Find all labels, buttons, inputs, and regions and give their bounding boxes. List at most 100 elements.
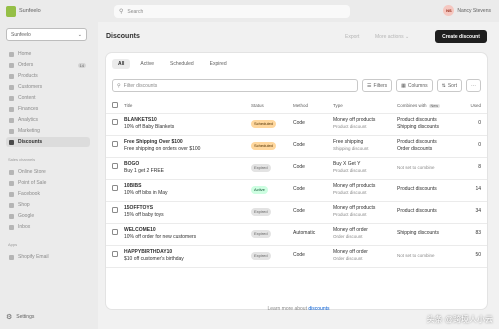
search-icon: ⚲	[119, 9, 124, 15]
tab-active[interactable]: Active	[134, 59, 160, 69]
type-subtext: Order discount	[333, 234, 363, 240]
tab-scheduled[interactable]: Scheduled	[164, 59, 200, 69]
sidebar-item-label: Shopify Email	[18, 254, 49, 260]
discount-code[interactable]: HAPPYBIRTHDAY10	[124, 249, 249, 257]
tab-all[interactable]: All	[112, 59, 131, 69]
type-value: Money off products	[333, 204, 376, 211]
sidebar-item-orders[interactable]: Orders 14	[6, 60, 90, 70]
discount-description: 10% off bibs in May	[124, 190, 168, 196]
gear-icon: ⚙	[6, 314, 13, 321]
filters-button[interactable]: ☰ Filters	[362, 79, 393, 92]
create-discount-button[interactable]: Create discount	[435, 30, 487, 43]
col-used[interactable]: Used	[465, 99, 487, 114]
sidebar-item-customers[interactable]: Customers	[6, 82, 90, 92]
discount-code[interactable]: BLANKETS10	[124, 117, 249, 125]
table-row[interactable]: 10BIBS 10% off bibs in May Active Code Money…	[106, 179, 487, 202]
sidebar-item-content[interactable]: Content	[6, 93, 90, 103]
discount-code[interactable]: 10BIBS	[124, 183, 249, 191]
combines-value: Product discounts	[397, 116, 437, 123]
table-row[interactable]: BLANKETS10 10% off Baby Blankets Scheduled…	[106, 113, 487, 136]
sidebar-item-point-of-sale[interactable]: Point of Sale	[6, 178, 90, 188]
type-subtext: Shipping discount	[333, 146, 369, 152]
columns-button[interactable]: ▦ Columns	[396, 79, 433, 92]
chevron-down-icon: ⌄	[405, 34, 410, 40]
col-status[interactable]: Status	[249, 99, 291, 114]
combines-value: Product discounts	[397, 208, 437, 215]
discount-code[interactable]: 15OFFTOYS	[124, 205, 249, 213]
store-selector[interactable]: Sunfeelo ⌄	[6, 28, 87, 41]
main-content: Discounts Export More actions ⌄ Create d…	[98, 22, 499, 329]
used-count: 14	[465, 179, 487, 202]
col-method[interactable]: Method	[291, 99, 331, 114]
discount-code[interactable]: Free Shipping Over $100	[124, 139, 249, 147]
sidebar-item-shopify-email[interactable]: Shopify Email	[6, 252, 90, 262]
sort-icon: ⇅	[441, 82, 446, 89]
sidebar-item-products[interactable]: Products	[6, 71, 90, 81]
sidebar-item-home[interactable]: Home	[6, 49, 90, 59]
more-actions-button[interactable]: More actions ⌄	[375, 34, 409, 40]
tab-expired[interactable]: Expired	[204, 59, 233, 69]
sidebar-item-inbox[interactable]: Inbox	[6, 222, 90, 232]
sidebar-item-label: Facebook	[18, 191, 40, 197]
col-combines[interactable]: Combines with New	[395, 99, 465, 114]
table-row[interactable]: HAPPYBIRTHDAY10 $10 off customer's birthd…	[106, 245, 487, 268]
learn-more-text: Learn more about discounts	[98, 306, 499, 312]
sidebar-item-label: Online Store	[18, 169, 46, 175]
row-checkbox[interactable]	[112, 163, 118, 170]
status-badge: Scheduled	[251, 119, 276, 128]
shopify-logo-icon	[6, 5, 16, 17]
sidebar-item-label: Finances	[18, 106, 39, 112]
export-button[interactable]: Export	[345, 34, 359, 40]
sidebar-item-marketing[interactable]: Marketing	[6, 126, 90, 136]
used-count: 0	[465, 113, 487, 136]
used-count: 50	[465, 245, 487, 268]
table-row[interactable]: 15OFFTOYS 15% off baby toys Expired Code Mon…	[106, 201, 487, 224]
select-all-checkbox[interactable]	[112, 102, 118, 109]
sidebar-item-finances[interactable]: Finances	[6, 104, 90, 114]
columns-label: Columns	[407, 82, 428, 89]
row-checkbox[interactable]	[112, 207, 118, 214]
user-menu[interactable]: NS Nancy Stevens	[443, 5, 491, 16]
store-name: Sunfeelo	[19, 8, 41, 14]
more-options-button[interactable]: ⋯	[466, 79, 481, 92]
table-row[interactable]: BOGO Buy 1 get 2 FREE Expired Code Buy X Get…	[106, 157, 487, 180]
row-checkbox[interactable]	[112, 141, 118, 148]
store-logo[interactable]: Sunfeelo	[6, 5, 111, 17]
type-value: Money off order	[333, 226, 368, 233]
sidebar-item-discounts[interactable]: Discounts	[6, 137, 90, 147]
discount-description: 10% off Baby Blankets	[124, 124, 175, 130]
point-of-sale-icon	[9, 180, 14, 186]
table-row[interactable]: WELCOME10 10% off order for new customers…	[106, 223, 487, 246]
sidebar-item-online-store[interactable]: Online Store	[6, 167, 90, 177]
sidebar-item-label: Home	[18, 51, 32, 57]
sidebar-item-analytics[interactable]: Analytics	[6, 115, 90, 125]
table-header-row: Title Status Method Type Combines with Ne…	[106, 99, 487, 114]
discounts-icon	[9, 139, 14, 145]
store-selector-label: Sunfeelo	[11, 31, 31, 38]
combines-value: Order discounts	[397, 146, 433, 152]
sort-label: Sort	[447, 82, 457, 89]
row-checkbox[interactable]	[112, 229, 118, 236]
filter-input[interactable]: ⚲ Filter discounts	[112, 79, 359, 92]
discount-code[interactable]: BOGO	[124, 161, 249, 169]
col-type[interactable]: Type	[331, 99, 395, 114]
table-row[interactable]: Free Shipping Over $100 Free shipping on …	[106, 135, 487, 158]
sidebar-item-google[interactable]: Google	[6, 211, 90, 221]
sidebar-item-shop[interactable]: Shop	[6, 200, 90, 210]
status-badge: Active	[251, 185, 268, 194]
finances-icon	[9, 106, 14, 112]
row-checkbox[interactable]	[112, 185, 118, 192]
home-icon	[9, 51, 14, 57]
sort-button[interactable]: ⇅ Sort	[436, 79, 462, 92]
row-checkbox[interactable]	[112, 251, 118, 258]
col-title[interactable]: Title	[122, 99, 249, 114]
settings-link[interactable]: ⚙ Settings	[6, 313, 34, 321]
row-checkbox[interactable]	[112, 119, 118, 126]
discount-code[interactable]: WELCOME10	[124, 227, 249, 235]
online-store-icon	[9, 169, 14, 175]
type-value: Money off products	[333, 182, 376, 189]
discounts-help-link[interactable]: discounts	[308, 306, 329, 312]
sidebar-item-facebook[interactable]: Facebook	[6, 189, 90, 199]
search-input[interactable]: ⚲ Search	[114, 5, 350, 18]
columns-icon: ▦	[401, 82, 406, 89]
